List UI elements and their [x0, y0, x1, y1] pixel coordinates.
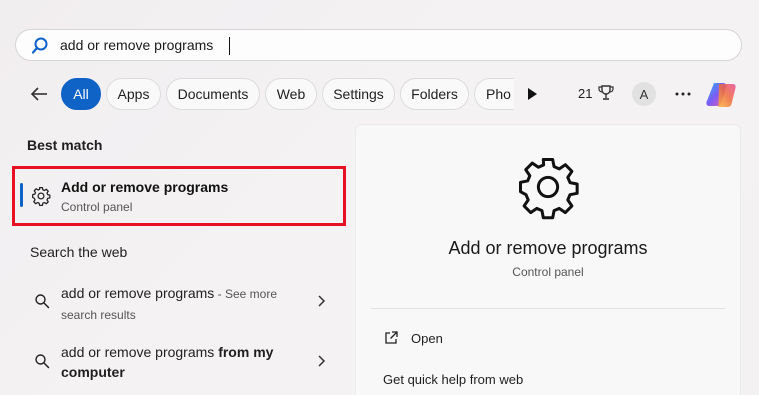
web-result-hint: - See more — [214, 287, 277, 301]
search-input[interactable] — [60, 34, 700, 56]
back-arrow-icon[interactable] — [28, 83, 50, 105]
play-icon[interactable] — [525, 87, 539, 101]
gear-icon — [518, 157, 579, 220]
open-external-icon[interactable] — [383, 330, 399, 346]
web-result-bold: from my — [218, 344, 274, 360]
filter-row: All Apps Documents Web Settings Folders … — [0, 78, 759, 110]
web-result-hint-2: search results — [61, 308, 136, 322]
quick-help-heading: Get quick help from web — [383, 372, 524, 387]
avatar[interactable]: A — [632, 82, 656, 106]
tab-all-label: All — [73, 86, 89, 102]
chevron-right-icon — [318, 355, 326, 367]
web-result-text: add or remove programs - See more search… — [61, 283, 301, 325]
trophy-icon[interactable] — [597, 84, 615, 102]
search-web-heading: Search the web — [30, 244, 128, 260]
rewards-points: 21 — [578, 86, 593, 101]
tab-folders-label: Folders — [411, 86, 458, 102]
web-result-query: add or remove programs — [61, 344, 219, 360]
copilot-icon[interactable] — [705, 80, 737, 110]
web-result-text: add or remove programs from my computer — [61, 342, 301, 382]
divider — [371, 308, 725, 309]
web-result-bold-2: computer — [61, 364, 125, 380]
tab-all[interactable]: All — [61, 78, 101, 110]
text-caret — [229, 37, 230, 55]
search-bar[interactable] — [15, 29, 742, 61]
tab-settings-label: Settings — [333, 86, 384, 102]
tab-web-label: Web — [276, 86, 306, 102]
search-icon — [35, 294, 50, 309]
tab-apps[interactable]: Apps — [106, 78, 161, 110]
tab-photos[interactable]: Pho — [474, 78, 514, 110]
tab-photos-label: Pho — [486, 86, 511, 102]
search-icon — [35, 354, 50, 369]
preview-title: Add or remove programs — [448, 238, 648, 258]
more-options-icon[interactable] — [673, 84, 693, 104]
tab-documents[interactable]: Documents — [166, 78, 260, 110]
tab-settings[interactable]: Settings — [322, 78, 395, 110]
avatar-initial: A — [639, 86, 649, 102]
chevron-right-icon — [318, 295, 326, 307]
search-icon — [31, 37, 48, 54]
web-result-query: add or remove programs — [61, 285, 215, 301]
tab-web[interactable]: Web — [265, 78, 317, 110]
best-match-heading: Best match — [27, 137, 103, 153]
tab-apps-label: Apps — [117, 86, 150, 102]
open-action[interactable]: Open — [411, 331, 443, 346]
tab-documents-label: Documents — [177, 86, 249, 102]
preview-subtitle: Control panel — [512, 265, 584, 279]
tab-folders[interactable]: Folders — [400, 78, 469, 110]
highlight-annotation — [12, 166, 346, 226]
